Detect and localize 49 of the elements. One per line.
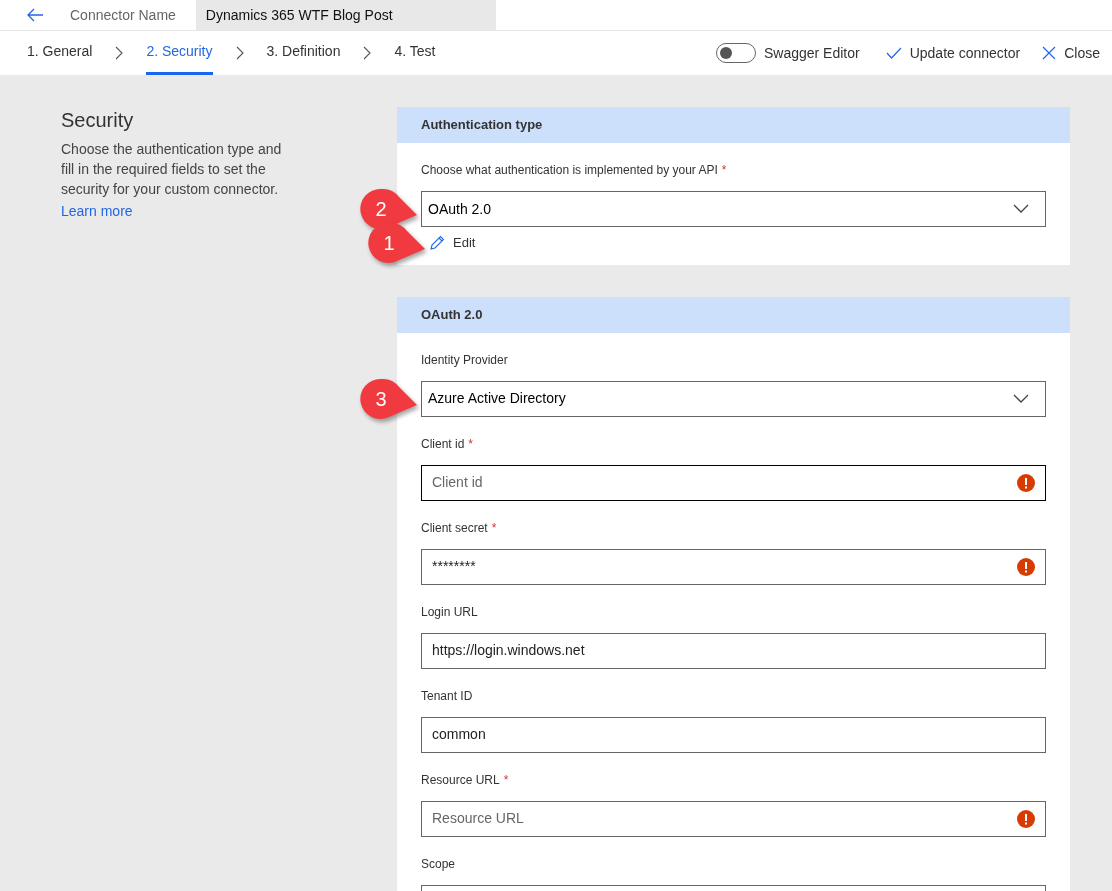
back-arrow-icon[interactable]	[26, 8, 44, 22]
dropdown[interactable]: OAuth 2.0	[421, 191, 1046, 227]
input-field[interactable]: Resource URL	[421, 800, 1046, 837]
field-label: Tenant ID	[421, 688, 473, 703]
chevron-right-icon	[235, 46, 244, 60]
field-label: Identity Provider	[421, 352, 508, 367]
chevron-right-icon	[363, 46, 372, 60]
connector-name-field[interactable]: Dynamics 365 WTF Blog Post	[195, 0, 496, 30]
input-field[interactable]: Client id	[421, 464, 1046, 501]
step-tab[interactable]: 4. Test	[394, 31, 436, 75]
checkmark-icon	[885, 47, 902, 59]
update-connector-button[interactable]: Update connector	[885, 42, 1021, 64]
close-button[interactable]: Close	[1042, 42, 1100, 64]
pencil-icon	[429, 234, 445, 251]
section-description: Choose the authentication type and fill in the required fields to set the security for your custom connector.	[61, 140, 283, 199]
callout-badge: 2	[359, 187, 417, 231]
field-label: Choose what authentication is implemented by your API	[421, 163, 718, 177]
field-label: Client secret	[421, 520, 488, 535]
section-title: Security	[61, 108, 135, 133]
input-field[interactable]: ********	[421, 548, 1046, 585]
callout-badge: 1	[367, 220, 425, 265]
chevron-down-icon	[1013, 204, 1029, 214]
input-field[interactable]: https://login.windows.net	[421, 632, 1046, 669]
close-icon	[1042, 46, 1057, 60]
step-tab[interactable]: 1. General	[27, 31, 93, 75]
error-icon	[1017, 809, 1035, 828]
field-label: Scope	[421, 856, 456, 871]
swagger-editor-toggle[interactable]: Swagger Editor	[715, 42, 860, 64]
learn-more-link[interactable]: Learn more	[61, 203, 133, 219]
chevron-right-icon	[115, 46, 124, 60]
required-mark: *	[503, 772, 509, 787]
required-mark: *	[468, 436, 474, 451]
field-label: Resource URL	[421, 772, 500, 787]
card-header: Authentication type	[397, 107, 1070, 143]
field-label: Login URL	[421, 604, 478, 619]
field-label: Client id	[421, 436, 465, 451]
step-tab[interactable]: 2. Security	[146, 31, 213, 75]
card-header: OAuth 2.0	[397, 296, 1070, 333]
error-icon	[1017, 473, 1035, 492]
step-tab[interactable]: 3. Definition	[266, 31, 341, 75]
required-mark: *	[721, 163, 727, 177]
chevron-down-icon	[1013, 393, 1029, 404]
edit-button[interactable]: Edit	[429, 233, 476, 253]
input-field[interactable]: common	[421, 716, 1046, 753]
required-mark: *	[491, 520, 497, 535]
error-icon	[1017, 557, 1035, 576]
dropdown[interactable]: Azure Active Directory	[421, 380, 1046, 417]
connector-name-label: Connector Name	[70, 5, 176, 25]
callout-badge: 3	[359, 376, 417, 421]
